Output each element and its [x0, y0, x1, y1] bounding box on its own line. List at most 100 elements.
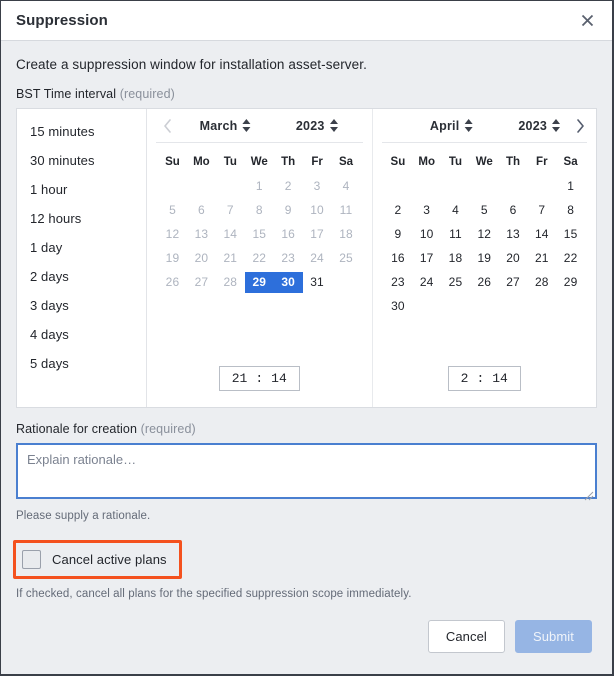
- rationale-input[interactable]: [16, 443, 597, 499]
- time-hour-value[interactable]: 2: [461, 371, 469, 386]
- calendar-day[interactable]: 5: [470, 200, 499, 221]
- time-minute-value[interactable]: 14: [271, 371, 287, 386]
- month-selector[interactable]: April: [430, 118, 473, 133]
- calendar-day[interactable]: 10: [303, 200, 332, 221]
- calendar-day[interactable]: 15: [556, 224, 585, 245]
- calendar-day[interactable]: 20: [499, 248, 528, 269]
- cancel-active-plans-label[interactable]: Cancel active plans: [52, 552, 167, 567]
- calendar-day[interactable]: 29: [244, 272, 274, 293]
- calendar-day[interactable]: 18: [332, 224, 361, 245]
- time-minute-value[interactable]: 14: [492, 371, 508, 386]
- calendar-day-cell: 4: [332, 176, 361, 197]
- calendar-day[interactable]: 1: [245, 176, 274, 197]
- time-hour-value[interactable]: 21: [232, 371, 248, 386]
- submit-button[interactable]: Submit: [514, 619, 592, 653]
- interval-option[interactable]: 1 hour: [17, 175, 146, 204]
- weekday-label: We: [250, 156, 268, 168]
- calendar-day[interactable]: 24: [412, 272, 441, 293]
- calendar-day[interactable]: 14: [527, 224, 556, 245]
- close-icon[interactable]: [576, 10, 598, 32]
- calendar-day[interactable]: 10: [412, 224, 441, 245]
- calendar-day[interactable]: 6: [499, 200, 528, 221]
- calendar-day[interactable]: 15: [245, 224, 274, 245]
- calendar-day[interactable]: 8: [245, 200, 274, 221]
- calendar-day[interactable]: 26: [158, 272, 187, 293]
- time-input[interactable]: 2:14: [447, 366, 521, 391]
- chevron-left-icon[interactable]: [158, 115, 176, 137]
- calendar-day[interactable]: 27: [499, 272, 528, 293]
- interval-option[interactable]: 4 days: [17, 320, 146, 349]
- interval-option[interactable]: 2 days: [17, 262, 146, 291]
- calendar-day[interactable]: 22: [556, 248, 585, 269]
- time-input[interactable]: 21:14: [218, 366, 300, 391]
- calendar-day[interactable]: 11: [332, 200, 361, 221]
- calendar-day-cell: [384, 176, 413, 197]
- cancel-active-plans-checkbox[interactable]: [22, 550, 41, 569]
- calendar-day[interactable]: 5: [158, 200, 187, 221]
- calendar-day[interactable]: 22: [245, 248, 274, 269]
- calendar-day[interactable]: 3: [303, 176, 332, 197]
- calendar-day[interactable]: 19: [470, 248, 499, 269]
- updown-spinner-icon[interactable]: [242, 118, 251, 133]
- calendar-day[interactable]: 20: [187, 248, 216, 269]
- calendar-day[interactable]: 21: [216, 248, 245, 269]
- calendar-day[interactable]: 27: [187, 272, 216, 293]
- calendar-day[interactable]: 2: [384, 200, 413, 221]
- calendar-day[interactable]: 30: [273, 272, 303, 293]
- interval-option[interactable]: 12 hours: [17, 204, 146, 233]
- calendar-day[interactable]: 7: [216, 200, 245, 221]
- updown-spinner-icon[interactable]: [329, 118, 339, 133]
- calendar-day[interactable]: 25: [441, 272, 470, 293]
- calendar-day[interactable]: 1: [556, 176, 585, 197]
- calendar-day[interactable]: 17: [303, 224, 332, 245]
- calendar-day[interactable]: 28: [527, 272, 556, 293]
- chevron-right-icon[interactable]: [571, 115, 589, 137]
- calendar-day[interactable]: 11: [441, 224, 470, 245]
- cancel-button[interactable]: Cancel: [427, 619, 505, 653]
- calendar-day[interactable]: 19: [158, 248, 187, 269]
- calendar-day[interactable]: 23: [384, 272, 413, 293]
- interval-option[interactable]: 30 minutes: [17, 146, 146, 175]
- calendar-day[interactable]: 28: [216, 272, 245, 293]
- interval-option[interactable]: 3 days: [17, 291, 146, 320]
- calendar-day[interactable]: 16: [384, 248, 413, 269]
- calendar-day[interactable]: 21: [527, 248, 556, 269]
- calendar-day[interactable]: 9: [384, 224, 413, 245]
- calendar-day[interactable]: 3: [412, 200, 441, 221]
- rationale-field-wrap: [16, 443, 597, 504]
- calendar-day[interactable]: 16: [274, 224, 303, 245]
- calendar-day[interactable]: 30: [384, 296, 413, 317]
- year-selector[interactable]: 2023: [296, 118, 339, 133]
- updown-spinner-icon[interactable]: [552, 118, 561, 133]
- calendar-day-cell: [441, 296, 470, 317]
- calendar-day[interactable]: 24: [303, 248, 332, 269]
- calendar-day[interactable]: 18: [441, 248, 470, 269]
- calendar-day[interactable]: 9: [274, 200, 303, 221]
- calendar-day[interactable]: 25: [332, 248, 361, 269]
- calendar-day[interactable]: 7: [527, 200, 556, 221]
- calendar-day[interactable]: 14: [216, 224, 245, 245]
- calendar-day-empty: [499, 176, 528, 197]
- calendar-day[interactable]: 13: [499, 224, 528, 245]
- interval-option[interactable]: 1 day: [17, 233, 146, 262]
- calendar-day[interactable]: 29: [556, 272, 585, 293]
- calendar-day[interactable]: 4: [332, 176, 361, 197]
- year-selector[interactable]: 2023: [518, 118, 561, 133]
- calendar-day[interactable]: 2: [274, 176, 303, 197]
- calendar-day[interactable]: 4: [441, 200, 470, 221]
- calendar-day[interactable]: 17: [412, 248, 441, 269]
- month-selector[interactable]: March: [200, 118, 252, 133]
- calendar-day[interactable]: 26: [470, 272, 499, 293]
- calendar-day[interactable]: 12: [158, 224, 187, 245]
- calendar-day-cell: 30: [273, 272, 303, 293]
- calendar-day[interactable]: 13: [187, 224, 216, 245]
- interval-option[interactable]: 5 days: [17, 349, 146, 378]
- updown-spinner-icon[interactable]: [464, 118, 473, 133]
- calendar-day[interactable]: 31: [303, 272, 332, 293]
- interval-option[interactable]: 15 minutes: [17, 117, 146, 146]
- calendar-day[interactable]: 8: [556, 200, 585, 221]
- calendar-day[interactable]: 23: [274, 248, 303, 269]
- calendar-day-empty: [158, 176, 187, 197]
- calendar-day[interactable]: 12: [470, 224, 499, 245]
- calendar-day[interactable]: 6: [187, 200, 216, 221]
